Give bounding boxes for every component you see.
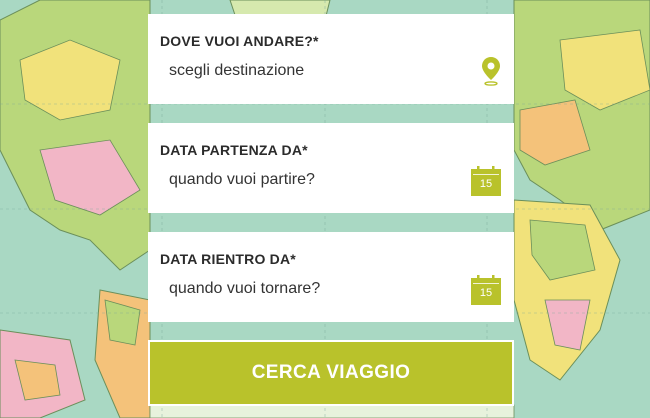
departure-label: DATA PARTENZA DA* [160,142,308,158]
destination-field[interactable]: DOVE VUOI ANDARE?* scegli destinazione [148,14,514,104]
calendar-icon[interactable]: 15 [470,274,502,306]
return-date-field[interactable]: DATA RIENTRO DA* quando vuoi tornare? 15 [148,232,514,322]
destination-input[interactable]: scegli destinazione [169,62,304,80]
calendar-day-number: 15 [479,178,493,190]
departure-input[interactable]: quando vuoi partire? [169,171,315,189]
departure-date-field[interactable]: DATA PARTENZA DA* quando vuoi partire? 1… [148,123,514,213]
calendar-icon[interactable]: 15 [470,165,502,197]
calendar-day-number: 15 [479,287,493,299]
map-pin-icon[interactable] [481,56,501,86]
return-label: DATA RIENTRO DA* [160,251,296,267]
return-input[interactable]: quando vuoi tornare? [169,280,320,298]
destination-label: DOVE VUOI ANDARE?* [160,33,319,49]
search-trip-button[interactable]: CERCA VIAGGIO [148,340,514,406]
